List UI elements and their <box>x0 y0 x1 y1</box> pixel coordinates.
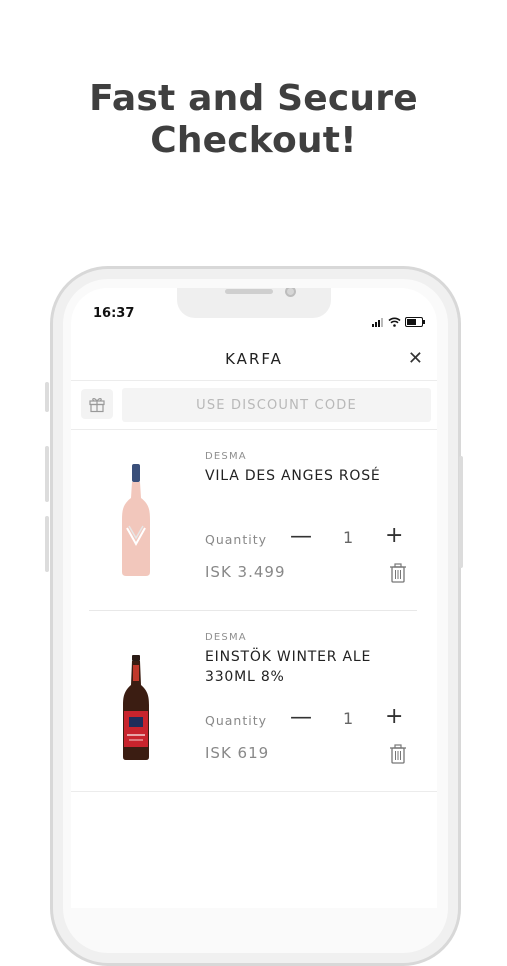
trash-icon[interactable] <box>389 563 407 583</box>
quantity-label: Quantity <box>205 713 268 728</box>
quantity-label: Quantity <box>205 532 268 547</box>
phone-volume-down-button <box>45 516 49 572</box>
headline-line-1: Fast and Secure <box>89 78 418 119</box>
item-price: ISK 619 <box>205 744 270 762</box>
battery-icon <box>405 317 425 327</box>
decrease-quantity-button[interactable]: — <box>290 705 312 730</box>
trash-icon[interactable] <box>389 744 407 764</box>
signal-icon <box>372 308 384 327</box>
phone-screen: 16:37 KARFA ✕ USE DISCOUNT CODE DESMA VI… <box>71 288 437 908</box>
item-divider <box>71 791 437 792</box>
item-brand: DESMA <box>205 451 247 462</box>
phone-side-button <box>45 382 49 412</box>
item-brand: DESMA <box>205 632 247 643</box>
item-name[interactable]: VILA DES ANGES ROSÉ <box>205 466 415 486</box>
gift-icon[interactable] <box>81 389 113 419</box>
cart-title: KARFA <box>225 350 283 368</box>
camera-icon <box>285 288 296 297</box>
wifi-icon <box>388 317 401 327</box>
headline-line-2: Checkout! <box>150 120 357 161</box>
cart-item: DESMA VILA DES ANGES ROSÉ Quantity — 1 +… <box>71 430 437 611</box>
promo-headline: Fast and Secure Checkout! <box>0 78 507 162</box>
phone-volume-up-button <box>45 446 49 502</box>
quantity-value: 1 <box>343 709 354 728</box>
speaker-grille <box>225 289 273 294</box>
close-icon[interactable]: ✕ <box>408 348 423 369</box>
increase-quantity-button[interactable]: + <box>385 523 403 548</box>
status-time: 16:37 <box>93 306 135 321</box>
rose-wine-bottle-image <box>122 464 150 576</box>
item-name[interactable]: EINSTÖK WINTER ALE 330ML 8% <box>205 647 415 687</box>
status-icons <box>372 308 425 327</box>
beer-bottle-image <box>123 655 149 760</box>
discount-code-input[interactable] <box>122 388 431 422</box>
decrease-quantity-button[interactable]: — <box>290 524 312 549</box>
increase-quantity-button[interactable]: + <box>385 704 403 729</box>
cart-header: KARFA ✕ <box>71 340 437 381</box>
cart-item: DESMA EINSTÖK WINTER ALE 330ML 8% Quanti… <box>71 611 437 792</box>
phone-notch <box>177 288 331 318</box>
phone-power-button <box>459 456 463 568</box>
item-price: ISK 3.499 <box>205 563 286 581</box>
quantity-value: 1 <box>343 528 354 547</box>
discount-section <box>71 381 437 430</box>
